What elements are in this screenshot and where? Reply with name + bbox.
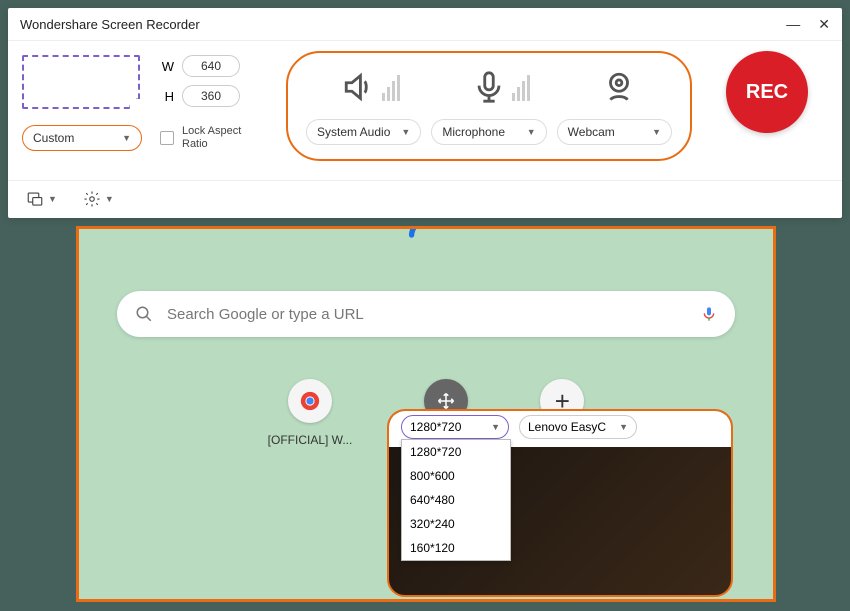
height-input[interactable] bbox=[182, 85, 240, 107]
mic-level-bars bbox=[512, 73, 530, 101]
layout-menu[interactable]: ▼ bbox=[26, 190, 57, 208]
resolution-option[interactable]: 320*240 bbox=[402, 512, 510, 536]
shortcut-favicon bbox=[288, 379, 332, 423]
close-button[interactable]: ✕ bbox=[818, 16, 830, 33]
height-label: H bbox=[158, 89, 174, 104]
chevron-down-icon: ▼ bbox=[122, 133, 131, 143]
bottombar: ▼ ▼ bbox=[8, 180, 842, 216]
width-label: W bbox=[158, 59, 174, 74]
corner-handle-tr[interactable] bbox=[758, 226, 776, 244]
gear-icon bbox=[83, 190, 101, 208]
webcam-icon bbox=[602, 70, 636, 104]
move-icon bbox=[437, 392, 455, 410]
microphone-select[interactable]: Microphone▼ bbox=[431, 119, 546, 145]
chrome-icon bbox=[299, 390, 321, 412]
titlebar: Wondershare Screen Recorder — ✕ bbox=[8, 8, 842, 40]
resolution-option[interactable]: 1280*720 bbox=[402, 440, 510, 464]
screen-section: W H Custom ▼ Lock Aspect Ratio bbox=[22, 51, 272, 151]
webcam-select[interactable]: Webcam▼ bbox=[557, 119, 672, 145]
corner-handle-bl[interactable] bbox=[76, 584, 94, 602]
settings-menu[interactable]: ▼ bbox=[83, 190, 114, 208]
voice-search-icon[interactable] bbox=[701, 303, 717, 325]
resolution-option[interactable]: 640*480 bbox=[402, 488, 510, 512]
resolution-option[interactable]: 160*120 bbox=[402, 536, 510, 560]
chevron-down-icon: ▼ bbox=[491, 422, 500, 432]
width-input[interactable] bbox=[182, 55, 240, 77]
capture-region[interactable]: Search Google or type a URL [OFFICIAL] W… bbox=[76, 226, 776, 602]
resolution-option[interactable]: 800*600 bbox=[402, 464, 510, 488]
search-icon bbox=[135, 305, 153, 323]
app-title: Wondershare Screen Recorder bbox=[20, 17, 200, 32]
recorder-panel: Wondershare Screen Recorder — ✕ W H bbox=[8, 8, 842, 218]
minimize-button[interactable]: — bbox=[786, 16, 800, 33]
chevron-down-icon: ▼ bbox=[48, 194, 57, 204]
chevron-down-icon: ▼ bbox=[619, 422, 628, 432]
speaker-icon bbox=[342, 70, 376, 104]
resolution-dropdown: 1280*720 800*600 640*480 320*240 160*120 bbox=[401, 439, 511, 561]
record-button[interactable]: REC bbox=[726, 51, 808, 133]
lock-aspect-label: Lock Aspect Ratio bbox=[182, 125, 252, 151]
chevron-down-icon: ▼ bbox=[652, 127, 661, 137]
corner-handle-br[interactable] bbox=[758, 584, 776, 602]
system-audio-select[interactable]: System Audio▼ bbox=[306, 119, 421, 145]
toolbar: W H Custom ▼ Lock Aspect Ratio bbox=[8, 40, 842, 180]
chevron-down-icon: ▼ bbox=[527, 127, 536, 137]
google-logo-partial bbox=[408, 226, 444, 253]
preset-select[interactable]: Custom ▼ bbox=[22, 125, 142, 151]
webcam-preview-popup[interactable]: 1280*720 ▼ Lenovo EasyC ▼ 1280*720 800*6… bbox=[387, 409, 733, 597]
sources-section: System Audio▼ Microphone▼ Webcam▼ bbox=[286, 51, 692, 161]
search-placeholder: Search Google or type a URL bbox=[167, 306, 687, 323]
shortcut-item[interactable]: [OFFICIAL] W... bbox=[268, 379, 353, 447]
microphone-icon bbox=[472, 70, 506, 104]
shortcut-label: [OFFICIAL] W... bbox=[268, 433, 353, 447]
camera-select[interactable]: Lenovo EasyC ▼ bbox=[519, 415, 637, 439]
lock-aspect-checkbox[interactable] bbox=[160, 131, 174, 145]
chevron-down-icon: ▼ bbox=[105, 194, 114, 204]
chevron-down-icon: ▼ bbox=[401, 127, 410, 137]
record-section: REC bbox=[706, 51, 828, 133]
search-bar[interactable]: Search Google or type a URL bbox=[117, 291, 735, 337]
preset-label: Custom bbox=[33, 131, 74, 145]
capture-area-preview[interactable] bbox=[22, 55, 140, 109]
window-controls: — ✕ bbox=[786, 16, 830, 33]
move-icon bbox=[128, 97, 146, 115]
layout-icon bbox=[26, 190, 44, 208]
corner-handle-tl[interactable] bbox=[76, 226, 94, 244]
audio-level-bars bbox=[382, 73, 400, 101]
resolution-select[interactable]: 1280*720 ▼ bbox=[401, 415, 509, 439]
